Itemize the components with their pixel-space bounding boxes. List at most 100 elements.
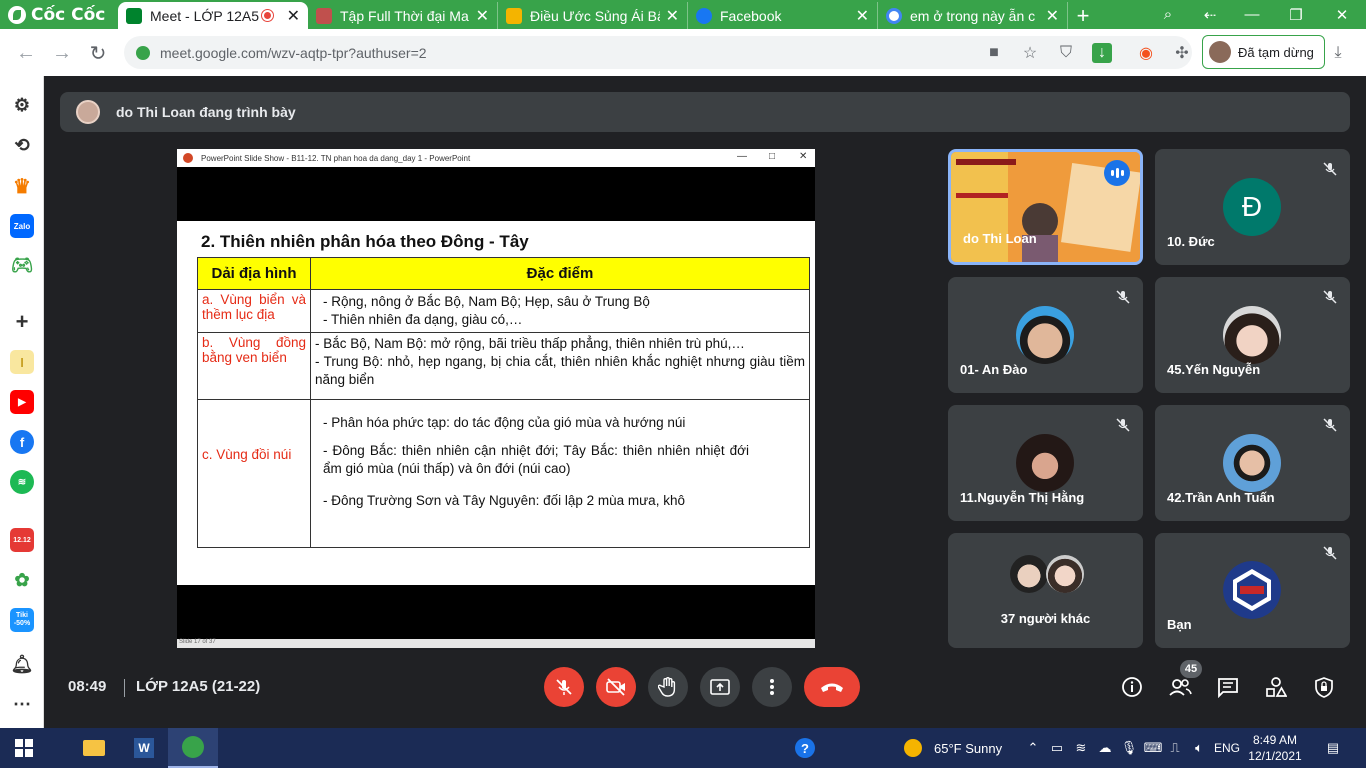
raise-hand-button[interactable] [648, 667, 688, 707]
camera-icon[interactable]: ■ [978, 36, 1010, 69]
cloud-icon[interactable]: ☁ [1096, 734, 1114, 762]
chat-button[interactable] [1216, 675, 1240, 699]
bookmark-star-icon[interactable]: ☆ [1014, 36, 1046, 69]
coccoc-taskbar-icon[interactable] [168, 728, 218, 768]
add-icon[interactable]: + [10, 309, 34, 334]
mic-toggle-button[interactable] [544, 667, 584, 707]
windows-start-icon[interactable] [10, 734, 38, 762]
present-screen-button[interactable] [700, 667, 740, 707]
more-icon[interactable]: ⋯ [10, 692, 34, 716]
close-tab-icon[interactable]: ✕ [476, 6, 489, 26]
microphone-icon[interactable]: 🎙︎ [1120, 734, 1138, 762]
profile-button[interactable]: Đã tạm dừng [1202, 35, 1325, 69]
comparison-table: Dải địa hình Đặc điểm a. Vùng biển và th… [197, 257, 810, 548]
chevron-up-icon[interactable]: ⌃ [1024, 734, 1042, 762]
spotify-icon[interactable]: ≋ [10, 470, 34, 494]
network-icon[interactable]: ⎍ [1166, 734, 1184, 762]
clock-time: 8:49 AM [1252, 733, 1298, 747]
close-tab-icon[interactable]: ✕ [287, 6, 300, 26]
leave-call-button[interactable] [804, 667, 860, 707]
avatar: Đ [1223, 178, 1281, 236]
crown-icon[interactable]: ♛ [10, 174, 34, 198]
volume-icon[interactable]: 🔈︎ [1190, 734, 1208, 762]
settings-icon[interactable]: ⚙ [10, 93, 34, 117]
word-icon[interactable]: W [130, 734, 158, 762]
participant-tile[interactable]: 11.Nguyễn Thị Hằng [948, 405, 1143, 521]
meeting-clock: 08:49 [68, 678, 107, 695]
tab-book[interactable]: Tập Full Thời đại Ma ✕ [308, 2, 498, 29]
participant-tile-others[interactable]: 37 người khác [948, 533, 1143, 648]
browser-brand[interactable]: Cốc Cốc [0, 0, 118, 29]
close-tab-icon[interactable]: ✕ [666, 6, 679, 26]
participant-tile[interactable]: 01- An Đào [948, 277, 1143, 393]
maximize-button[interactable]: ❐ [1276, 0, 1316, 29]
zalo-icon[interactable]: Zalo [10, 214, 34, 238]
book-icon [316, 7, 332, 24]
downloads-icon[interactable]: ⤓ [1322, 36, 1354, 69]
download-icon[interactable]: ↓ [1086, 36, 1118, 69]
history-icon[interactable]: ⟲ [10, 133, 34, 157]
weather-widget[interactable]: 65°F Sunny [904, 734, 1034, 762]
slide-maximize-icon: □ [769, 151, 776, 162]
google-icon [886, 7, 902, 24]
youtube-icon[interactable]: ▶ [10, 390, 34, 414]
secure-lock-icon[interactable] [136, 45, 150, 60]
detail-line: - Rộng, nông ở Bắc Bộ, Nam Bộ; Hẹp, sâu … [323, 294, 650, 309]
note-icon[interactable]: I [10, 350, 34, 374]
meeting-details-button[interactable] [1120, 675, 1144, 699]
tab-novel[interactable]: Điều Ước Sủng Ái Bất ✕ [498, 2, 688, 29]
wifi-icon[interactable]: ≋ [1072, 734, 1090, 762]
browser-toolbar: ← → ↻ meet.google.com/wzv-aqtp-tpr?authu… [0, 29, 1366, 76]
brand-label: Cốc Cốc [31, 4, 106, 25]
tiki-icon[interactable]: Tiki -50% [10, 608, 34, 632]
activities-button[interactable] [1264, 675, 1288, 699]
back-history-icon[interactable]: ⇠ [1190, 0, 1230, 29]
system-clock[interactable]: 8:49 AM 12/1/2021 [1242, 732, 1308, 764]
more-options-button[interactable] [752, 667, 792, 707]
gamepad-icon[interactable]: 🎮︎ [10, 253, 34, 277]
participant-tile-presenter[interactable]: do Thi Loan [948, 149, 1143, 265]
coccoc-logo-icon [8, 5, 26, 24]
notifications-icon[interactable]: ▤ [1320, 734, 1346, 762]
avatar [1016, 434, 1074, 492]
participant-tile[interactable]: 45.Yến Nguyễn [1155, 277, 1350, 393]
new-tab-button[interactable]: + [1068, 2, 1098, 29]
tab-google[interactable]: em ở trong này ẫn c ✕ [878, 2, 1068, 29]
tab-facebook[interactable]: Facebook ✕ [688, 2, 878, 29]
tab-search-icon[interactable]: ⌕ [1148, 0, 1188, 29]
profile-status: Đã tạm dừng [1238, 44, 1314, 60]
minimize-button[interactable]: — [1232, 0, 1272, 29]
meet-now-icon[interactable]: ▭ [1048, 734, 1066, 762]
hang-up-icon [821, 683, 843, 692]
shopping-promo-icon[interactable]: 12.12 [10, 528, 34, 552]
participant-tile[interactable]: 42.Trần Anh Tuấn [1155, 405, 1350, 521]
hand-icon [658, 677, 676, 697]
participant-tile[interactable]: Đ 10. Đức [1155, 149, 1350, 265]
back-button[interactable]: ← [8, 35, 44, 71]
camera-toggle-button[interactable] [596, 667, 636, 707]
messenger-icon[interactable]: f [10, 430, 34, 454]
help-icon[interactable]: ? [792, 734, 818, 762]
close-window-button[interactable]: ✕ [1322, 0, 1362, 29]
slide-status: Slide 17 of 37 [177, 639, 815, 648]
extension-icon[interactable]: ◉ [1130, 36, 1162, 69]
windows-logo-icon [15, 739, 33, 757]
forward-button[interactable]: → [44, 35, 80, 71]
shield-icon[interactable]: ⛉ [1050, 36, 1082, 69]
file-explorer-icon[interactable] [80, 734, 108, 762]
reload-button[interactable]: ↻ [80, 35, 116, 71]
tab-meet[interactable]: Meet - LỚP 12A5 ✕ [118, 2, 308, 29]
host-controls-button[interactable] [1312, 675, 1336, 699]
participant-tile-self[interactable]: Bạn [1155, 533, 1350, 648]
participants-button[interactable] [1168, 675, 1192, 699]
close-tab-icon[interactable]: ✕ [856, 6, 869, 26]
map-pin-icon[interactable]: ✿ [10, 568, 34, 592]
puzzle-icon[interactable]: ✣ [1166, 36, 1198, 69]
shared-screen: PowerPoint Slide Show - B11-12. TN phan … [177, 149, 815, 648]
notification-bell-icon[interactable]: 🔔︎ [10, 652, 34, 676]
detail-line: - Thiên nhiên đa dạng, giàu có,… [323, 312, 523, 327]
close-tab-icon[interactable]: ✕ [1046, 6, 1059, 26]
language-indicator[interactable]: ENG [1212, 734, 1242, 762]
slide-minimize-icon: — [737, 151, 747, 162]
keyboard-icon[interactable]: ⌨ [1144, 734, 1163, 762]
